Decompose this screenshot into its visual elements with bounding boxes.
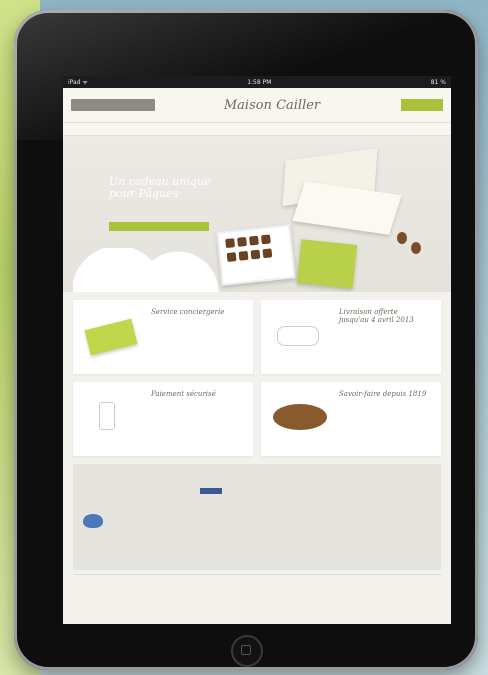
status-bar: iPad ᯤ 1:58 PM 81 % xyxy=(63,76,451,88)
site-logo[interactable]: Maison Cailler xyxy=(155,98,389,113)
footer xyxy=(73,464,441,570)
hero-banner: Un cadeau unique pour Pâques xyxy=(63,136,451,292)
footer-col-newsletter xyxy=(320,472,433,562)
twitter-bird-icon xyxy=(83,514,103,528)
footer-col-twitter xyxy=(81,472,194,562)
hero-title: Un cadeau unique pour Pâques xyxy=(109,175,211,200)
hero-cta-button[interactable] xyxy=(109,222,209,231)
feature-title: Savoir-faire depuis 1819 xyxy=(339,390,427,398)
hero-tree-illustration xyxy=(73,248,223,292)
chocolate-piece xyxy=(249,235,259,246)
status-carrier: iPad ᯤ xyxy=(68,79,88,86)
feature-card[interactable]: Savoir-faire depuis 1819 xyxy=(261,382,441,456)
header-right-button[interactable] xyxy=(401,99,443,111)
ipad-device: iPad ᯤ 1:58 PM 81 % Maison Cailler Un ca… xyxy=(14,10,478,670)
chocolate-piece xyxy=(226,252,237,263)
facebook-like-button[interactable] xyxy=(200,488,223,494)
padlock-icon xyxy=(99,402,115,430)
open-chocolate-box-image xyxy=(216,224,296,286)
chocolate-egg-image xyxy=(397,232,407,244)
feature-card[interactable]: Livraison offerte jusqu'au 4 avril 2013 xyxy=(261,300,441,374)
header-left-button[interactable] xyxy=(71,99,155,111)
main-nav xyxy=(63,122,451,136)
footer-links xyxy=(73,574,441,587)
chocolate-egg-image xyxy=(411,242,421,254)
home-button[interactable] xyxy=(231,635,263,667)
chocolate-piece xyxy=(250,249,261,260)
feature-grid: Service conciergerie Livraison offerte j… xyxy=(63,292,451,464)
chocolate-piece xyxy=(237,236,247,247)
chocolate-piece xyxy=(262,248,273,259)
screen: iPad ᯤ 1:58 PM 81 % Maison Cailler Un ca… xyxy=(63,76,451,624)
feature-title: Livraison offerte jusqu'au 4 avril 2013 xyxy=(339,308,414,324)
site-header: Maison Cailler xyxy=(63,88,451,122)
feature-card[interactable]: Service conciergerie xyxy=(73,300,253,374)
gift-box-image xyxy=(292,181,402,235)
footer-col-facebook xyxy=(200,472,313,562)
chocolate-piece xyxy=(225,238,236,249)
feature-card[interactable]: Paiement sécurisé xyxy=(73,382,253,456)
status-battery: 81 % xyxy=(430,78,446,86)
chocolate-image xyxy=(273,404,327,430)
chocolate-piece xyxy=(260,234,271,245)
feature-title: Paiement sécurisé xyxy=(151,390,216,398)
delivery-car-illustration xyxy=(277,326,319,346)
status-time: 1:58 PM xyxy=(247,78,272,86)
green-gift-box-image xyxy=(84,318,138,356)
chocolate-piece xyxy=(238,250,249,261)
feature-title: Service conciergerie xyxy=(151,308,225,316)
green-box-image xyxy=(296,239,358,289)
